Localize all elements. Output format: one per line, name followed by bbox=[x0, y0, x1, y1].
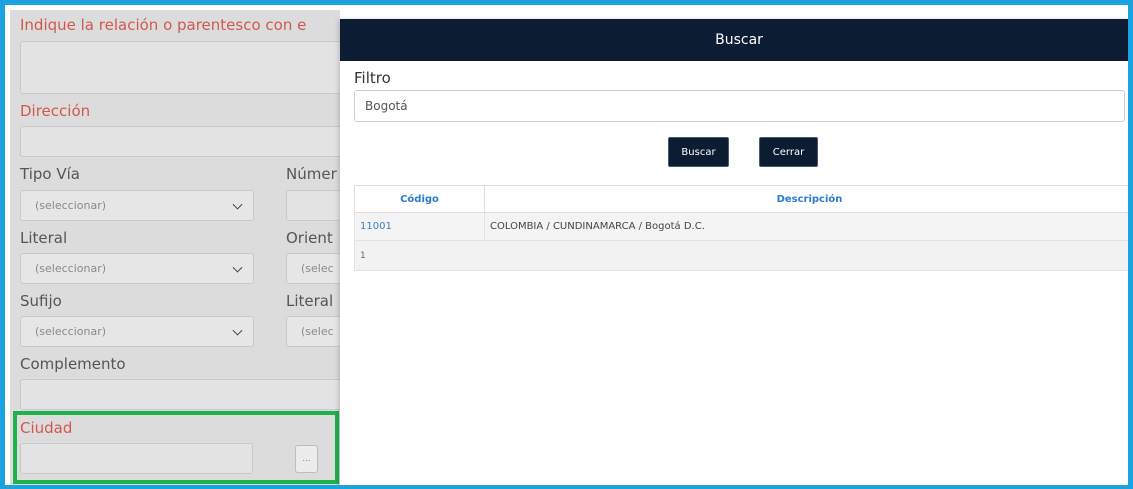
chevron-down-icon bbox=[232, 262, 243, 273]
pager-row: 1 bbox=[354, 240, 1128, 271]
literal2-select[interactable]: (selec bbox=[286, 316, 340, 347]
modal-header: Buscar bbox=[340, 19, 1128, 61]
literal-label: Literal bbox=[20, 229, 68, 247]
literal-select[interactable]: (seleccionar) bbox=[20, 253, 254, 284]
relation-textarea[interactable] bbox=[20, 41, 345, 94]
filter-input[interactable] bbox=[354, 90, 1125, 122]
sufijo-select[interactable]: (seleccionar) bbox=[20, 316, 254, 347]
column-header-descripcion[interactable]: Descripción bbox=[484, 185, 1128, 213]
row-description[interactable]: COLOMBIA / CUNDINAMARCA / Bogotá D.C. bbox=[484, 212, 1128, 241]
direccion-label: Dirección bbox=[20, 102, 91, 120]
orient-label: Orient bbox=[286, 229, 333, 247]
search-button[interactable]: Buscar bbox=[668, 137, 729, 167]
numero-label: Númer bbox=[286, 165, 337, 183]
row-code[interactable]: 11001 bbox=[354, 212, 485, 241]
column-header-codigo[interactable]: Código bbox=[354, 185, 485, 213]
numero-field[interactable] bbox=[286, 190, 340, 221]
literal2-value: (selec bbox=[301, 325, 334, 338]
window-frame: Indique la relación o parentesco con e D… bbox=[0, 0, 1133, 489]
close-button[interactable]: Cerrar bbox=[759, 137, 818, 167]
orient-value: (selec bbox=[301, 262, 334, 275]
search-modal: Buscar Filtro Buscar Cerrar Código Descr… bbox=[340, 19, 1128, 485]
direccion-field[interactable] bbox=[20, 126, 345, 157]
table-row[interactable]: 11001 COLOMBIA / CUNDINAMARCA / Bogotá D… bbox=[354, 212, 1128, 241]
filter-label: Filtro bbox=[354, 69, 391, 87]
complemento-label: Complemento bbox=[20, 355, 126, 373]
literal-value: (seleccionar) bbox=[35, 262, 107, 275]
results-table: Código Descripción 11001 COLOMBIA / CUND… bbox=[354, 185, 1128, 271]
chevron-down-icon bbox=[232, 325, 243, 336]
sufijo-value: (seleccionar) bbox=[35, 325, 107, 338]
relation-label: Indique la relación o parentesco con e bbox=[20, 16, 307, 34]
tipo-via-label: Tipo Vía bbox=[20, 165, 80, 183]
sufijo-label: Sufijo bbox=[20, 292, 62, 310]
orient-select[interactable]: (selec bbox=[286, 253, 340, 284]
modal-title: Buscar bbox=[715, 32, 763, 48]
complemento-field[interactable] bbox=[20, 379, 345, 410]
chevron-down-icon bbox=[232, 199, 243, 210]
tipo-via-value: (seleccionar) bbox=[35, 199, 107, 212]
tipo-via-select[interactable]: (seleccionar) bbox=[20, 190, 254, 221]
table-header-row: Código Descripción bbox=[354, 185, 1128, 213]
ciudad-highlight-box bbox=[13, 411, 339, 484]
pager-page-link[interactable]: 1 bbox=[354, 240, 1128, 271]
literal2-label: Literal bbox=[286, 292, 334, 310]
